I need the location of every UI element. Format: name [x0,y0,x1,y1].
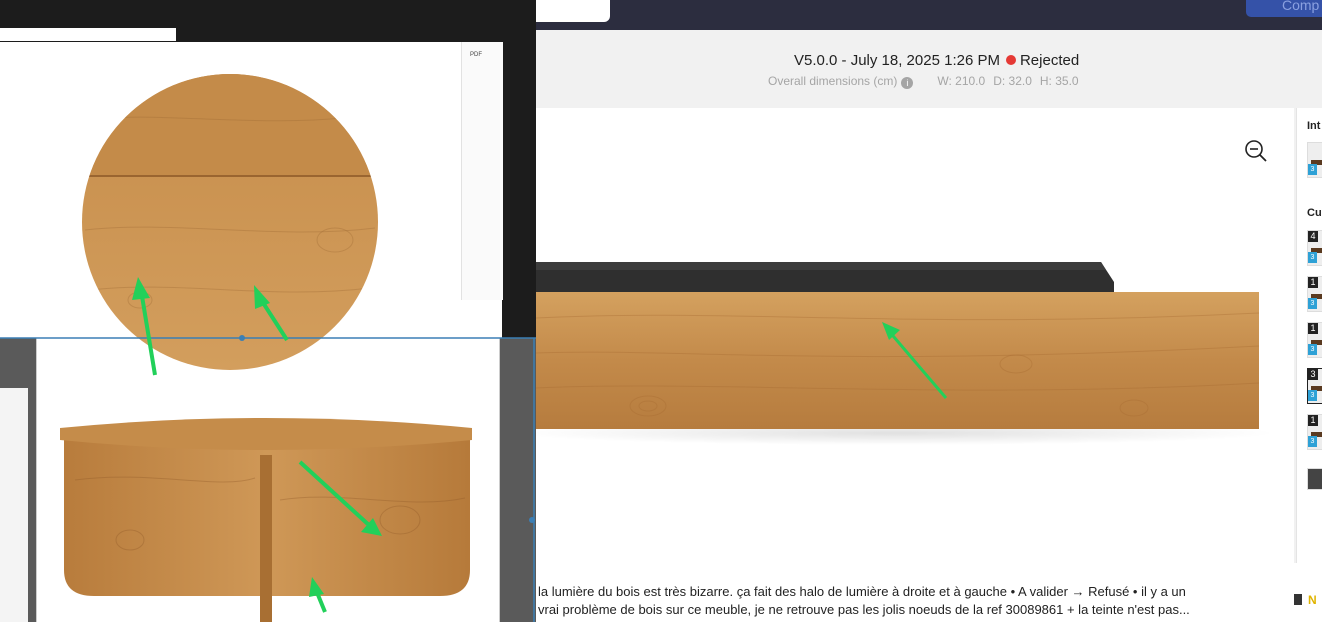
component-thumb[interactable]: 13 [1307,322,1322,358]
reference-toolbar: PDF [461,42,503,300]
compare-button[interactable]: Comp [1246,0,1322,17]
version-label: V5.0.0 - July 18, 2025 1:26 PM [794,52,1000,69]
comment-line-1: la lumière du bois est très bizarre. ça … [538,584,1186,599]
tab-blank[interactable] [536,0,610,22]
status-dot [1005,55,1016,65]
dimensions-label: Overall dimensions (cm) [768,74,898,88]
version-line: V5.0.0 - July 18, 2025 1:26 PM Rejected [794,52,1079,69]
reference-front-view [36,338,500,622]
section-int-label: Int [1307,120,1321,132]
pdf-label[interactable]: PDF [470,52,482,58]
section-cu-label: Cu [1307,207,1322,219]
reference-top-view [0,42,502,338]
top-bar: Comp [536,0,1322,30]
comment-text[interactable]: la lumière du bois est très bizarre. ça … [538,583,1260,619]
comment-author: N [1294,593,1317,607]
components-panel: Int 3 Cu 43 13 13 33 13 [1296,108,1322,563]
comment-panel: la lumière du bois est très bizarre. ça … [536,563,1322,622]
component-thumb-selected[interactable]: 33 [1307,368,1322,404]
zoom-out-icon[interactable] [1244,139,1268,163]
status-badge: Rejected [1019,52,1080,69]
comment-line-2: vrai problème de bois sur ce meuble, je … [538,602,1190,617]
component-thumb[interactable]: 13 [1307,414,1322,450]
author-initial: N [1308,593,1317,607]
reference-side-strip [0,388,28,622]
wood-cabinet-body [536,292,1259,429]
component-thumb[interactable]: 43 [1307,230,1322,266]
product-render [536,262,1276,445]
product-viewer[interactable] [536,108,1294,563]
address-bar[interactable] [0,28,176,41]
height-value: H: 35.0 [1039,74,1079,88]
component-thumb[interactable]: 3 [1307,142,1322,178]
building-icon [1294,594,1302,605]
depth-value: D: 32.0 [993,74,1032,88]
width-value: W: 210.0 [937,74,986,88]
dimensions-line: Overall dimensions (cm) i W: 210.0 D: 32.0 H… [768,74,1087,89]
version-header: V5.0.0 - July 18, 2025 1:26 PM Rejected O… [536,30,1322,108]
component-thumb[interactable] [1307,468,1322,490]
info-icon[interactable]: i [901,77,914,89]
component-thumb[interactable]: 13 [1307,276,1322,312]
